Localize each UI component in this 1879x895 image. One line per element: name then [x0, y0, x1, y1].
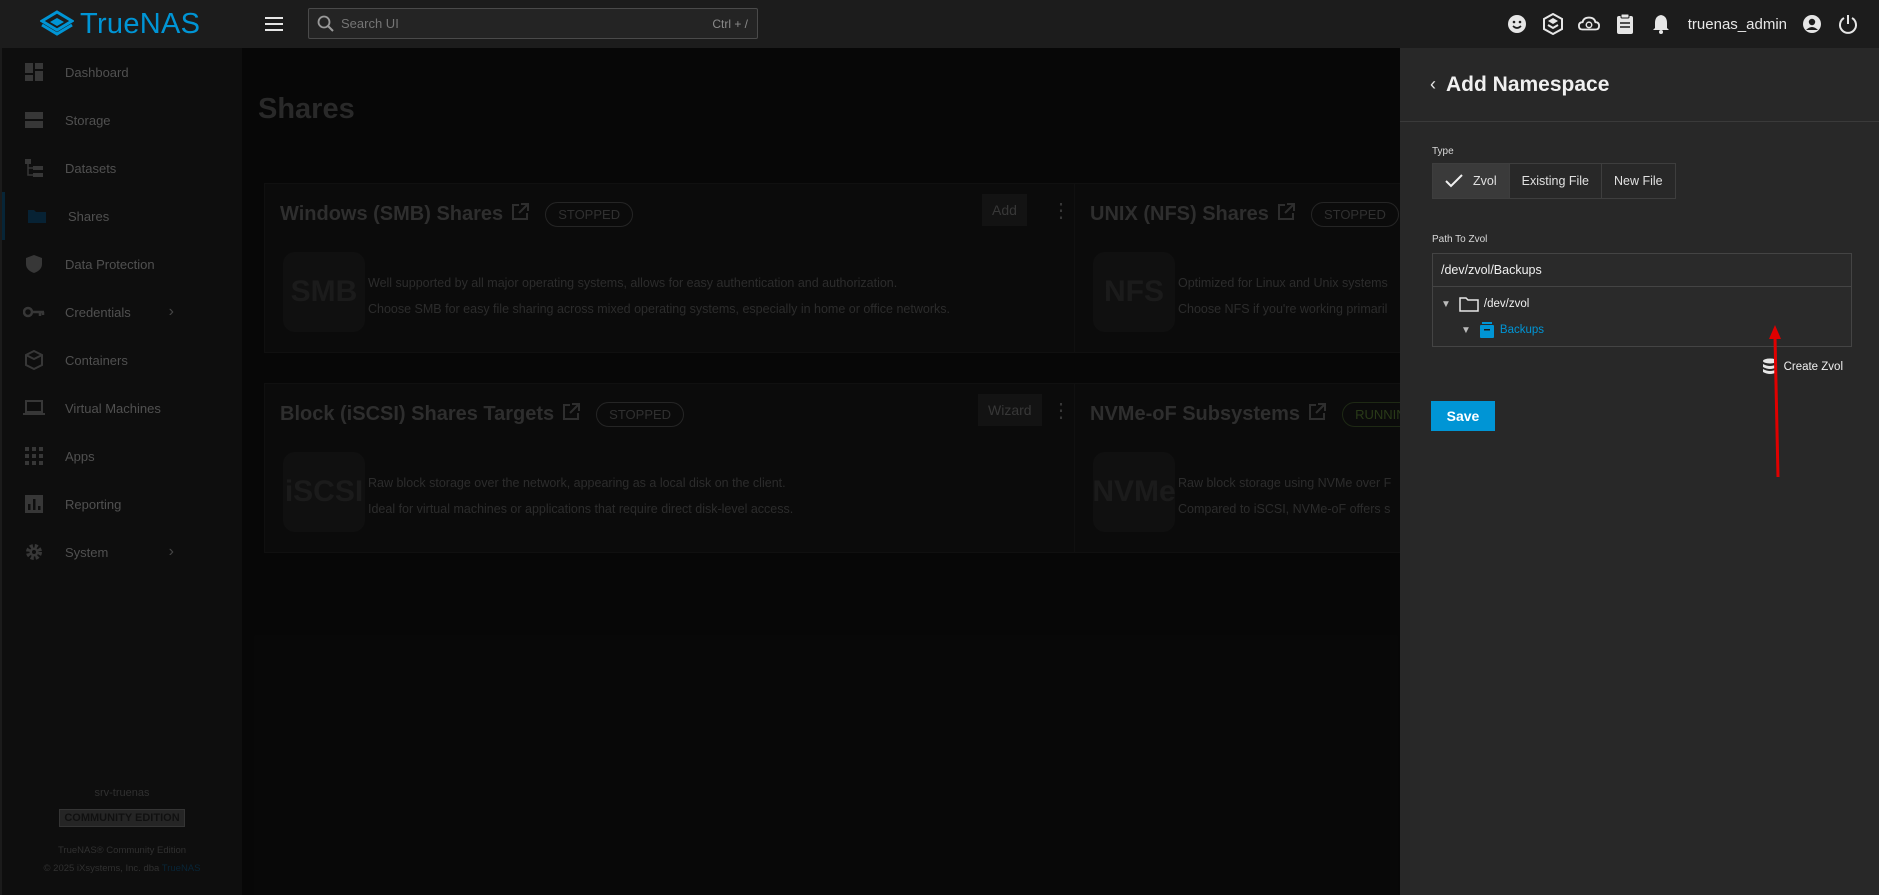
type-option-label: New File — [1614, 174, 1663, 188]
hamburger-menu-icon[interactable] — [262, 12, 286, 36]
tree-node-backups[interactable]: ▼ Backups — [1461, 321, 1544, 339]
cloud-jobs-icon[interactable] — [1577, 13, 1600, 35]
panel-title: Add Namespace — [1446, 72, 1610, 96]
type-option-new-file[interactable]: New File — [1602, 164, 1675, 198]
search-icon — [317, 15, 334, 32]
tree-node-label: /dev/zvol — [1483, 298, 1530, 310]
type-label: Type — [1432, 146, 1454, 157]
bell-icon[interactable] — [1650, 13, 1672, 35]
truenas-logo[interactable]: TrueNAS — [40, 8, 240, 41]
path-label: Path To Zvol — [1432, 234, 1488, 245]
path-input[interactable] — [1432, 253, 1852, 287]
modal-backdrop[interactable] — [0, 48, 1400, 895]
type-option-label: Zvol — [1473, 174, 1497, 188]
create-zvol-label: Create Zvol — [1783, 361, 1843, 373]
dataset-icon — [1479, 322, 1494, 338]
tree-node-label: Backups — [1499, 324, 1545, 336]
back-chevron-icon[interactable]: ‹ — [1430, 74, 1436, 95]
search-shortcut: Ctrl + / — [712, 16, 748, 31]
smiley-icon[interactable] — [1506, 13, 1528, 35]
folder-icon — [1459, 297, 1479, 312]
annotation-arrow-icon — [1769, 325, 1781, 478]
search-input[interactable] — [341, 16, 681, 31]
type-option-zvol[interactable]: Zvol — [1433, 164, 1510, 198]
check-icon — [1445, 174, 1463, 188]
search-box[interactable]: Ctrl + / — [308, 8, 758, 39]
zvol-tree: ▼ /dev/zvol ▼ Backups — [1432, 287, 1852, 347]
truenas-logo-icon — [40, 10, 74, 36]
username[interactable]: truenas_admin — [1688, 16, 1787, 33]
expand-triangle-icon[interactable]: ▼ — [1461, 325, 1471, 336]
logo-text: TrueNAS — [80, 7, 201, 40]
tree-node-dev-zvol[interactable]: ▼ /dev/zvol — [1441, 296, 1529, 312]
panel-header: ‹ Add Namespace — [1400, 48, 1879, 122]
account-icon[interactable] — [1801, 13, 1823, 35]
clipboard-icon[interactable] — [1614, 13, 1636, 35]
save-button[interactable]: Save — [1431, 401, 1495, 431]
type-option-existing-file[interactable]: Existing File — [1510, 164, 1603, 198]
expand-triangle-icon[interactable]: ▼ — [1441, 299, 1451, 310]
add-namespace-panel: ‹ Add Namespace Type Zvol Existing File … — [1400, 48, 1879, 895]
truecommand-icon[interactable] — [1542, 13, 1564, 35]
type-toggle-group: Zvol Existing File New File — [1432, 163, 1676, 199]
power-icon[interactable] — [1837, 13, 1859, 35]
type-option-label: Existing File — [1521, 174, 1590, 188]
top-bar: TrueNAS Ctrl + / truenas_admin — [0, 0, 1879, 48]
